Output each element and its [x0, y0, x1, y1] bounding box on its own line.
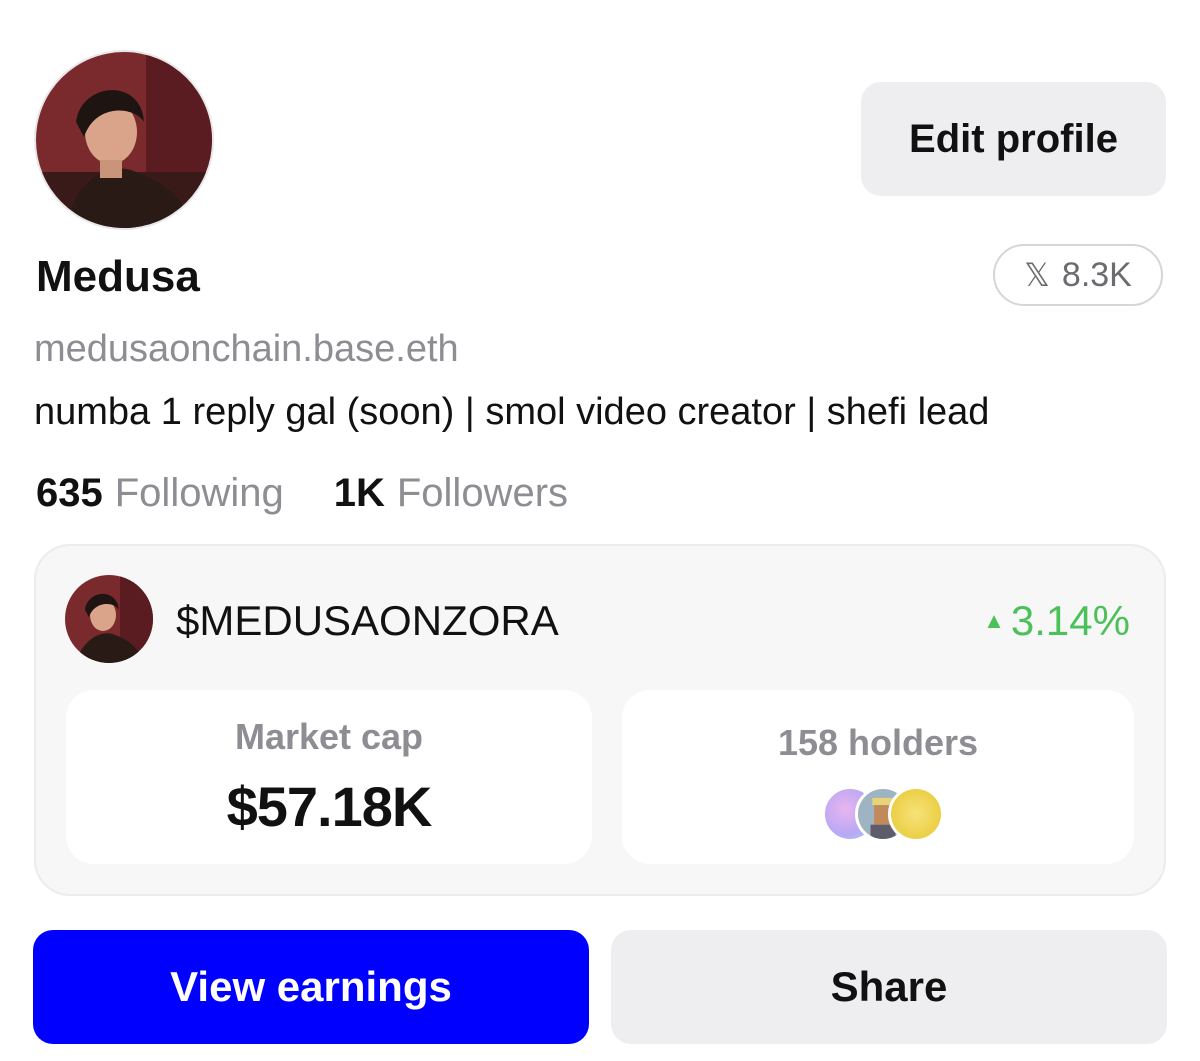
followers-stat[interactable]: 1K Followers	[334, 470, 568, 516]
profile-handle: medusaonchain.base.eth	[34, 328, 459, 370]
market-cap-label: Market cap	[234, 716, 424, 757]
following-stat[interactable]: 635 Following	[36, 470, 284, 516]
market-cap-value: $57.18K	[226, 775, 433, 838]
triangle-up-icon: ▲	[983, 608, 1005, 633]
view-earnings-button[interactable]: View earnings	[33, 930, 589, 1044]
coin-ticker: $MEDUSAONZORA	[176, 597, 559, 644]
coin-avatar-photo	[65, 575, 153, 663]
profile-avatar[interactable]	[36, 52, 212, 228]
share-button[interactable]: Share	[611, 930, 1167, 1044]
x-followers-badge[interactable]: 𝕏 8.3K	[993, 244, 1163, 306]
x-followers-count: 8.3K	[1061, 255, 1132, 294]
coin-avatar	[65, 575, 153, 663]
followers-count: 1K	[333, 471, 385, 515]
following-label: Following	[114, 471, 284, 515]
profile-name: Medusa	[36, 252, 200, 301]
following-count: 635	[36, 471, 103, 515]
holders-label: 158 holders	[777, 722, 979, 763]
edit-profile-button[interactable]: Edit profile	[861, 82, 1166, 196]
profile-bio: numba 1 reply gal (soon) | smol video cr…	[34, 391, 990, 433]
x-logo-icon: 𝕏	[1024, 256, 1050, 294]
coin-change-value: 3.14%	[1010, 597, 1130, 644]
avatar-photo	[36, 52, 212, 228]
profile-stats: 635 Following 1K Followers	[36, 470, 568, 516]
coin-change: ▲ 3.14%	[983, 597, 1130, 645]
holder-avatar	[888, 786, 944, 842]
followers-label: Followers	[396, 471, 569, 515]
